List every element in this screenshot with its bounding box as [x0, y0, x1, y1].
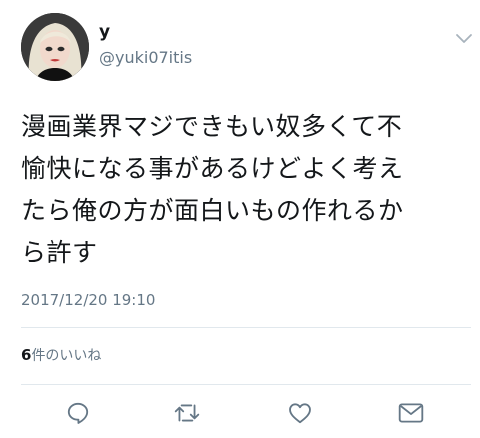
divider [21, 327, 471, 328]
like-button[interactable] [283, 398, 317, 428]
user-avatar-icon [21, 13, 89, 81]
tweet-text-line: ら許す [21, 238, 98, 267]
tweet-timestamp[interactable]: 2017/12/20 19:10 [21, 290, 155, 310]
tweet-text: 漫画業界マジできもい奴多くて不 愉快になる事があるけどよく考え たら俺の方が面白… [21, 106, 471, 274]
display-name[interactable]: y [99, 22, 110, 42]
retweet-icon [174, 404, 200, 422]
user-handle[interactable]: @yuki07itis [99, 48, 192, 68]
heart-icon [289, 403, 311, 424]
reply-button[interactable] [61, 398, 95, 428]
chevron-down-icon[interactable] [455, 30, 473, 43]
likes-stat[interactable]: 6件のいいね [21, 345, 101, 366]
divider [21, 384, 471, 385]
tweet-text-line: 漫画業界マジできもい奴多くて不 [21, 112, 403, 141]
tweet-text-line: 愉快になる事があるけどよく考え [21, 154, 404, 183]
reply-icon [67, 402, 89, 424]
likes-label: 件のいいね [31, 348, 102, 364]
tweet-card: y @yuki07itis 漫画業界マジできもい奴多くて不 愉快になる事があるけ… [0, 0, 480, 438]
direct-message-button[interactable] [394, 398, 428, 428]
envelope-icon [398, 403, 424, 423]
retweet-button[interactable] [170, 398, 204, 428]
likes-count: 6 [21, 346, 32, 364]
avatar[interactable] [21, 13, 89, 81]
tweet-text-line: たら俺の方が面白いもの作れるか [21, 196, 404, 225]
